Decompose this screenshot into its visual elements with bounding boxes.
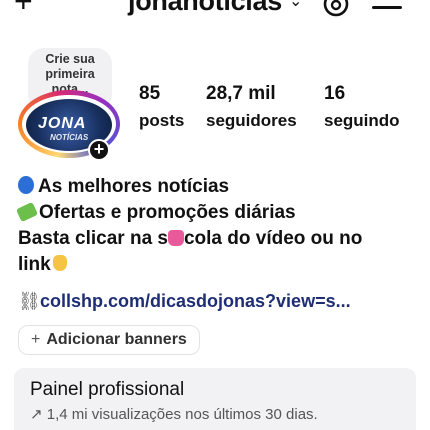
stat-value: 16 [324,83,346,104]
add-banners-label: Adicionar banners [46,331,187,348]
bio-line-4: link [18,252,428,278]
stat-value: 28,7 mil [206,83,276,104]
bio-text-3a: Basta clicar na s [18,228,168,249]
bio-text-4: link [18,254,51,275]
panel-title: Painel profissional [30,379,185,400]
professional-dashboard[interactable]: Painel profissional ↗ 1,4 mi visualizaçõ… [14,368,416,430]
menu-icon[interactable] [372,0,404,16]
profile-link[interactable]: ⛓collshp.com/dicasdojonas?view=s... [18,290,351,312]
bio-text-3b: cola do vídeo ou no [183,228,363,249]
profile-page: + jonanoticias ⌄ Crie sua primeira nota.… [0,0,430,430]
bio-line-1: As melhores notícias [18,174,428,200]
note-text-line1: Crie sua [45,52,95,66]
plus-icon[interactable]: + [14,0,42,17]
pointing-down-icon [52,255,67,271]
bio-line-3: Basta clicar na s cola do vídeo ou no [18,226,428,252]
trend-up-icon: ↗ [30,406,47,423]
panel-subtitle: ↗ 1,4 mi visualizações nos últimos 30 di… [30,404,400,426]
add-banners-button[interactable]: + Adicionar banners [18,325,200,355]
plus-icon: + [31,331,41,348]
stat-posts[interactable]: 85 posts [139,82,184,132]
stat-followers[interactable]: 28,7 mil seguidores [206,82,297,132]
stat-label: seguindo [324,111,400,130]
chevron-down-icon[interactable]: ⌄ [289,0,302,12]
top-bar: + jonanoticias ⌄ [0,0,430,20]
avatar-logo-text: JONA [38,115,87,132]
stat-label: posts [139,111,185,130]
threads-icon[interactable] [322,0,350,18]
bag-icon [167,230,184,246]
note-text-line2: primeira [45,67,95,81]
bio-text-1: As melhores notícias [38,176,230,197]
stat-following[interactable]: 16 seguindo [324,82,400,132]
username[interactable]: jonanoticias [128,0,282,16]
avatar-logo-subtext: NOTÍCIAS [50,133,89,142]
speech-bubble-icon [18,176,34,194]
add-story-icon[interactable]: + [88,139,110,161]
panel-subtitle-text: 1,4 mi visualizações nos últimos 30 dias… [46,406,318,423]
profile-link-url[interactable]: collshp.com/dicasdojonas?view=s... [40,291,351,311]
money-icon [15,201,39,223]
link-icon: ⛓ [18,291,41,311]
bio: As melhores notícias Ofertas e promoções… [15,174,428,278]
stat-value: 85 [139,83,161,104]
bio-text-2: Ofertas e promoções diárias [39,202,296,223]
stat-label: seguidores [206,111,297,130]
bio-line-2: Ofertas e promoções diárias [15,200,428,226]
